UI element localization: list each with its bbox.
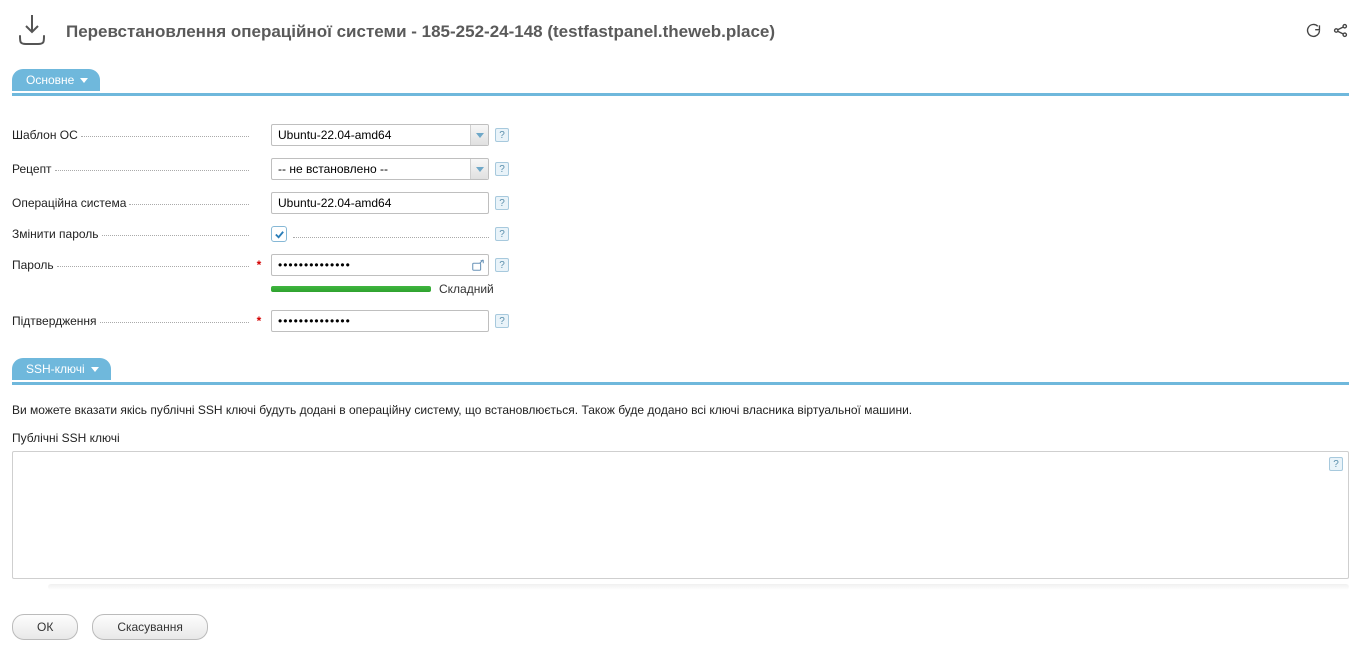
button-row: ОК Скасування	[12, 614, 1349, 640]
tab-main[interactable]: Основне	[12, 69, 100, 91]
section-divider	[12, 93, 1349, 96]
label-confirm: Підтвердження	[12, 314, 97, 328]
textarea-ssh-keys[interactable]	[12, 451, 1349, 579]
row-os: Операційна система ?	[12, 192, 1349, 214]
help-icon[interactable]: ?	[495, 162, 509, 176]
cancel-button[interactable]: Скасування	[92, 614, 208, 640]
input-os[interactable]	[271, 192, 489, 214]
header-actions	[1305, 22, 1349, 42]
page-title: Перевстановлення операційної системи - 1…	[66, 22, 1305, 42]
label-ssh-keys: Публічні SSH ключі	[12, 431, 1349, 445]
row-confirm: Підтвердження * ?	[12, 310, 1349, 332]
row-os-template: Шаблон ОС ?	[12, 124, 1349, 146]
label-os-template: Шаблон ОС	[12, 128, 78, 142]
dropdown-toggle[interactable]	[470, 159, 488, 179]
chevron-down-icon	[91, 367, 99, 372]
required-marker: *	[255, 314, 263, 328]
help-icon[interactable]: ?	[495, 196, 509, 210]
section-divider	[12, 382, 1349, 385]
row-change-password: Змінити пароль ?	[12, 226, 1349, 242]
generate-password-icon[interactable]	[469, 256, 487, 274]
refresh-icon[interactable]	[1305, 22, 1322, 42]
password-strength: Складний	[271, 282, 1349, 296]
label-recipe: Рецепт	[12, 162, 52, 176]
checkbox-change-password[interactable]	[271, 226, 287, 242]
select-os-template[interactable]	[271, 124, 489, 146]
help-icon[interactable]: ?	[1329, 457, 1343, 471]
tab-ssh[interactable]: SSH-ключі	[12, 358, 111, 380]
tab-main-label: Основне	[26, 73, 74, 87]
download-icon	[12, 12, 52, 51]
chevron-down-icon	[80, 78, 88, 83]
footer-shadow	[48, 584, 1349, 590]
ok-button[interactable]: ОК	[12, 614, 78, 640]
page-header: Перевстановлення операційної системи - 1…	[12, 12, 1349, 51]
help-icon[interactable]: ?	[495, 314, 509, 328]
ssh-description: Ви можете вказати якісь публічні SSH клю…	[12, 403, 1349, 417]
chevron-down-icon	[476, 133, 484, 138]
dropdown-toggle[interactable]	[470, 125, 488, 145]
strength-label: Складний	[439, 282, 494, 296]
main-form: Шаблон ОС ? Рецепт ? Операційна си	[12, 124, 1349, 332]
select-recipe[interactable]	[271, 158, 489, 180]
select-recipe-value[interactable]	[271, 158, 489, 180]
label-password: Пароль	[12, 258, 54, 272]
help-icon[interactable]: ?	[495, 128, 509, 142]
help-icon[interactable]: ?	[495, 227, 509, 241]
required-marker: *	[255, 258, 263, 272]
select-os-template-value[interactable]	[271, 124, 489, 146]
share-icon[interactable]	[1332, 22, 1349, 42]
chevron-down-icon	[476, 167, 484, 172]
row-recipe: Рецепт ?	[12, 158, 1349, 180]
tab-ssh-label: SSH-ключі	[26, 362, 85, 376]
input-confirm[interactable]	[271, 310, 489, 332]
row-password: Пароль * ?	[12, 254, 1349, 276]
strength-bar	[271, 286, 431, 292]
help-icon[interactable]: ?	[495, 258, 509, 272]
label-os: Операційна система	[12, 196, 126, 210]
input-password[interactable]	[271, 254, 489, 276]
label-change-password: Змінити пароль	[12, 227, 99, 241]
